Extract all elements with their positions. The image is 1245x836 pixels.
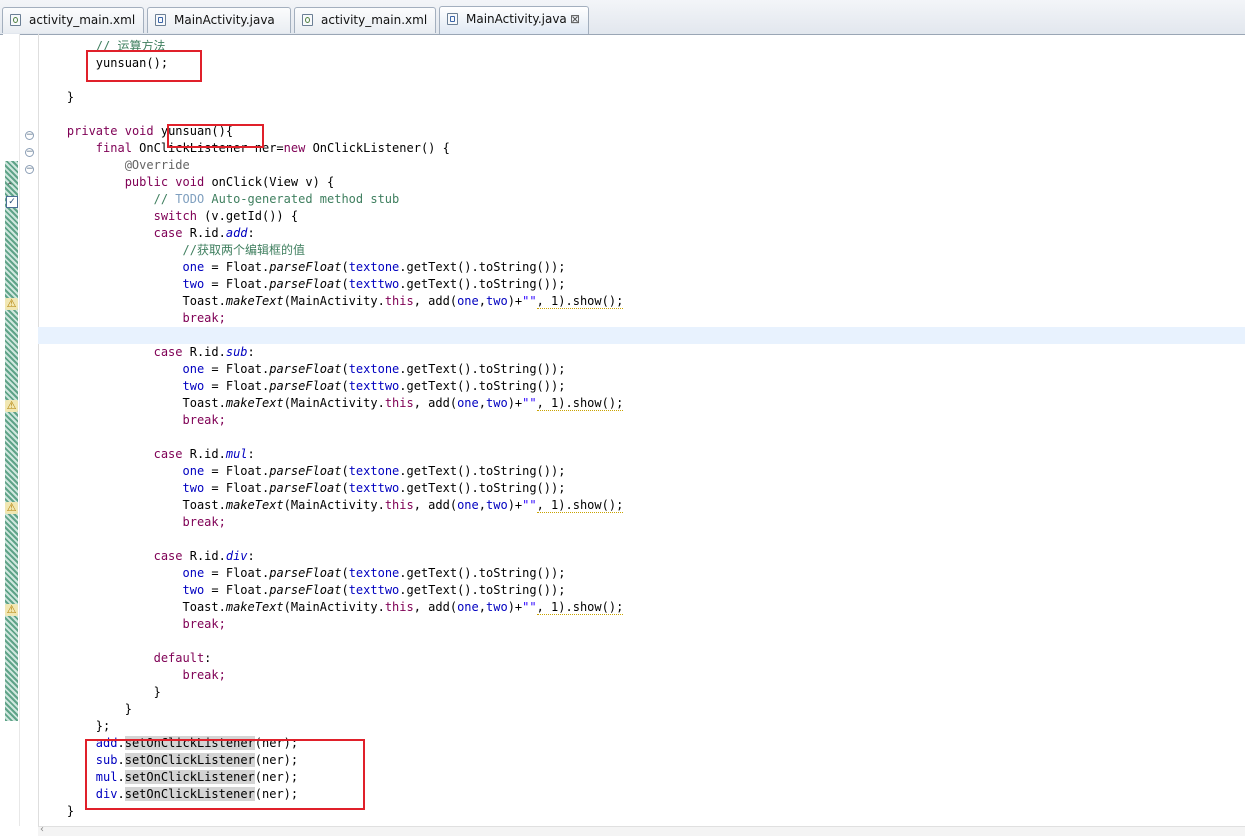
scroll-left-icon[interactable]: ‹ xyxy=(40,824,44,835)
code-line: //获取两个编辑框的值 xyxy=(182,243,305,257)
code-line: break; xyxy=(182,515,226,529)
task-check-icon[interactable]: ✓ xyxy=(6,196,18,208)
fold-collapse-icon[interactable]: − xyxy=(25,131,34,140)
code-line: Toast.makeText(MainActivity.this, add(on… xyxy=(182,600,624,615)
warning-marker-icon[interactable]: ⚠ xyxy=(5,604,18,616)
code-line: }; xyxy=(95,719,111,733)
code-line: one = Float.parseFloat(textone.getText()… xyxy=(182,566,566,580)
editor-tab-bar: activity_main.xml MainActivity.java acti… xyxy=(0,0,1245,35)
code-line: default: xyxy=(153,651,212,665)
code-line: break; xyxy=(182,617,226,631)
code-line: case R.id.div: xyxy=(153,549,255,563)
code-line: } xyxy=(153,685,161,699)
change-ruler-hatch xyxy=(5,161,18,721)
fold-collapse-icon[interactable]: − xyxy=(25,165,34,174)
code-line: yunsuan(); xyxy=(95,56,169,70)
code-line: case R.id.mul: xyxy=(153,447,255,461)
tab-mainactivity-java-1[interactable]: MainActivity.java xyxy=(147,7,291,33)
code-line: Toast.makeText(MainActivity.this, add(on… xyxy=(182,294,624,309)
code-line: two = Float.parseFloat(texttwo.getText()… xyxy=(182,481,566,495)
code-line: one = Float.parseFloat(textone.getText()… xyxy=(182,464,566,478)
warning-marker-icon[interactable]: ⚠ xyxy=(5,502,18,514)
code-line: case R.id.add: xyxy=(153,226,255,240)
code-line: case R.id.sub: xyxy=(153,345,255,359)
java-file-icon xyxy=(447,13,458,25)
fold-collapse-icon[interactable]: − xyxy=(25,148,34,157)
highlight-box-method xyxy=(167,124,264,148)
expand-up-icon[interactable]: ⌃ xyxy=(6,182,14,192)
code-line: // 运算方法 xyxy=(95,39,166,53)
highlight-box-listeners xyxy=(85,739,365,810)
code-line: @Override xyxy=(124,158,190,172)
tab-mainactivity-java-active[interactable]: MainActivity.java ⊠ xyxy=(439,6,589,34)
tab-label: MainActivity.java xyxy=(174,13,275,27)
highlight-box-call xyxy=(86,50,202,82)
code-line: two = Float.parseFloat(texttwo.getText()… xyxy=(182,379,566,393)
tab-activity-main-xml-2[interactable]: activity_main.xml xyxy=(294,7,436,33)
code-line: public void onClick(View v) { xyxy=(124,175,335,189)
code-line: Toast.makeText(MainActivity.this, add(on… xyxy=(182,396,624,411)
close-tab-icon[interactable]: ⊠ xyxy=(570,7,580,31)
xml-file-icon xyxy=(302,14,313,26)
code-line: break; xyxy=(182,311,226,325)
code-line: } xyxy=(124,702,132,716)
code-line: switch (v.getId()) { xyxy=(153,209,299,223)
xml-file-icon xyxy=(10,14,21,26)
code-line: Toast.makeText(MainActivity.this, add(on… xyxy=(182,498,624,513)
code-line: one = Float.parseFloat(textone.getText()… xyxy=(182,260,566,274)
code-line: break; xyxy=(182,668,226,682)
code-line: two = Float.parseFloat(texttwo.getText()… xyxy=(182,583,566,597)
current-code-line xyxy=(38,327,1245,344)
code-line: one = Float.parseFloat(textone.getText()… xyxy=(182,362,566,376)
code-line: break; xyxy=(182,413,226,427)
warning-marker-icon[interactable]: ⚠ xyxy=(5,298,18,310)
code-line: // TODO Auto-generated method stub xyxy=(153,192,400,206)
java-file-icon xyxy=(155,14,166,26)
code-line: two = Float.parseFloat(texttwo.getText()… xyxy=(182,277,566,291)
warning-marker-icon[interactable]: ⚠ xyxy=(5,400,18,412)
tab-label: activity_main.xml xyxy=(321,13,428,27)
tab-label: activity_main.xml xyxy=(29,13,136,27)
tab-activity-main-xml-1[interactable]: activity_main.xml xyxy=(2,7,144,33)
tab-label: MainActivity.java xyxy=(466,12,567,26)
code-line: } xyxy=(66,90,75,104)
